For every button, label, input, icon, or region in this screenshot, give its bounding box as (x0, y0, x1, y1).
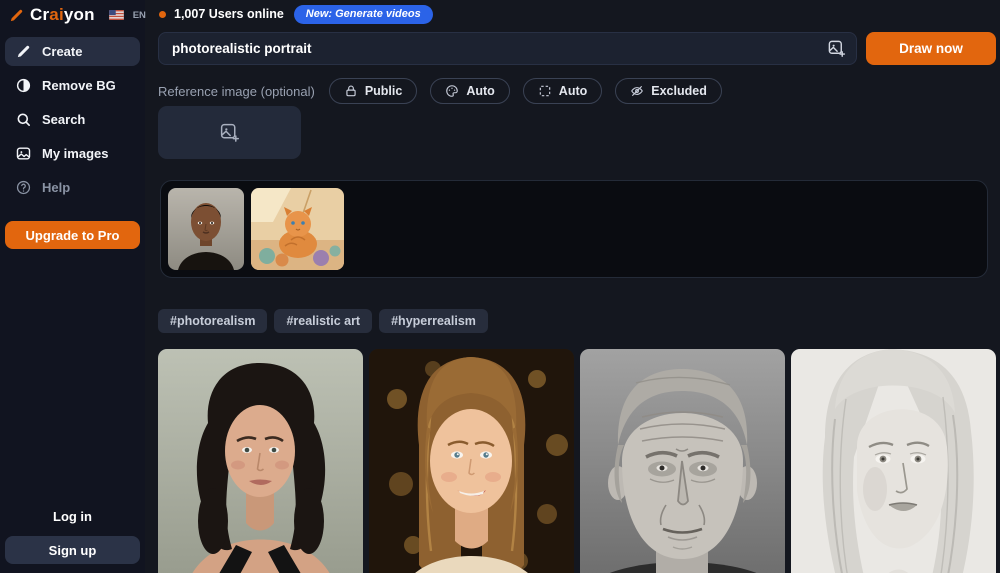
help-icon (16, 180, 31, 195)
generated-image-pencil-sketch-woman[interactable] (791, 349, 996, 573)
style-chip[interactable]: Auto (430, 78, 510, 104)
lock-icon (346, 85, 356, 97)
sidebar-item-create[interactable]: Create (5, 37, 140, 66)
chip-label: Excluded (651, 84, 707, 98)
chip-label: Public (364, 84, 403, 98)
kitten-image (251, 188, 344, 270)
recent-images-strip (160, 180, 988, 278)
hashtag-realistic-art[interactable]: #realistic art (274, 309, 373, 333)
login-link[interactable]: Log in (5, 509, 140, 524)
users-online-count: 1,007 Users online (174, 7, 284, 21)
thumbnail-man-portrait[interactable] (168, 188, 244, 270)
aspect-ratio-chip[interactable]: Auto (522, 78, 603, 104)
logo[interactable]: Craiyon EN (0, 0, 146, 24)
image-plus-icon[interactable] (827, 39, 846, 58)
thumbnail-kitten[interactable] (251, 188, 344, 270)
sidebar-item-my-images[interactable]: My images (5, 139, 140, 168)
generated-images-grid (158, 349, 1000, 573)
images-icon (16, 147, 31, 160)
sidebar-item-label: Help (42, 180, 71, 195)
sidebar-nav: Create Remove BG Search My images Help (0, 37, 145, 202)
man-portrait-image (168, 188, 244, 270)
brand-name: Craiyon (30, 5, 95, 24)
generated-image-curly-hair-woman[interactable] (158, 349, 363, 573)
reference-image-upload[interactable] (158, 106, 301, 159)
sidebar-item-search[interactable]: Search (5, 105, 140, 134)
hashtag-photorealism[interactable]: #photorealism (158, 309, 268, 333)
eye-off-icon (631, 86, 644, 96)
contrast-icon (16, 78, 31, 93)
generated-image-elderly-man-bw[interactable] (580, 349, 785, 573)
prompt-row: Draw now (145, 28, 1000, 65)
main-content: 1,007 Users online New: Generate videos … (145, 0, 1000, 573)
sidebar: Craiyon EN Create Remove BG Search My im… (0, 0, 146, 573)
image-plus-icon (220, 123, 239, 142)
prompt-input[interactable] (158, 32, 857, 65)
chip-label: Auto (558, 84, 588, 98)
prompt-input-wrap (158, 32, 857, 65)
draw-now-button[interactable]: Draw now (866, 32, 996, 65)
reference-image-label: Reference image (optional) (158, 83, 315, 99)
sidebar-item-label: Search (42, 112, 86, 127)
pencil-icon (17, 45, 30, 58)
palette-icon (446, 85, 459, 97)
chip-label: Auto (466, 84, 495, 98)
negative-prompt-chip[interactable]: Excluded (615, 78, 722, 104)
sidebar-item-help[interactable]: Help (5, 173, 140, 202)
new-feature-badge[interactable]: New: Generate videos (293, 4, 433, 24)
generated-image-blonde-smiling-woman[interactable] (369, 349, 574, 573)
search-icon (17, 113, 30, 126)
topbar: 1,007 Users online New: Generate videos (145, 0, 1000, 28)
signup-button[interactable]: Sign up (5, 536, 140, 564)
upgrade-to-pro-button[interactable]: Upgrade to Pro (5, 221, 140, 249)
sidebar-item-label: Remove BG (42, 78, 116, 93)
online-status-dot (159, 10, 166, 18)
sidebar-bottom: Log in Sign up (5, 509, 140, 564)
hashtag-hyperrealism[interactable]: #hyperrealism (379, 309, 488, 333)
visibility-chip[interactable]: Public (328, 78, 418, 104)
language-label[interactable]: EN (133, 10, 146, 21)
sidebar-item-remove-bg[interactable]: Remove BG (5, 71, 140, 100)
hashtag-row: #photorealism #realistic art #hyperreali… (158, 309, 1000, 333)
sidebar-item-label: Create (42, 44, 83, 59)
sidebar-item-label: My images (42, 146, 109, 161)
dashed-square-icon (539, 85, 551, 97)
us-flag-icon[interactable] (108, 10, 124, 20)
options-row: Reference image (optional) Public Auto A… (158, 78, 1000, 104)
logo-pencil-icon (10, 9, 23, 21)
